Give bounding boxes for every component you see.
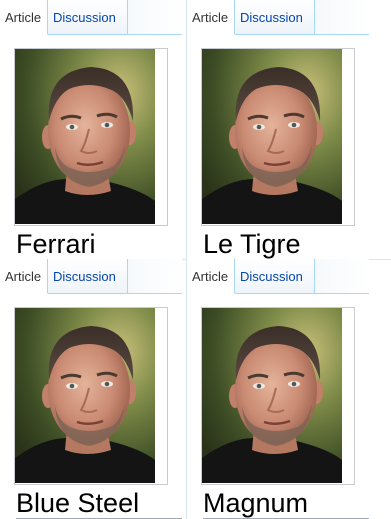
portrait-photo[interactable] xyxy=(202,49,342,224)
tab-bar-filler xyxy=(315,0,369,34)
tab-bar: Article Discussion xyxy=(187,0,369,35)
tab-article[interactable]: Article xyxy=(187,259,235,294)
tab-article[interactable]: Article xyxy=(0,259,48,294)
portrait-photo[interactable] xyxy=(15,308,155,483)
article-panel: Article Discussion Le Tigre xyxy=(187,0,369,260)
caption: Blue Steel xyxy=(16,488,182,519)
tab-bar-filler xyxy=(128,0,182,34)
tab-article[interactable]: Article xyxy=(0,0,48,35)
tab-article[interactable]: Article xyxy=(187,0,235,35)
tab-bar: Article Discussion xyxy=(187,259,369,294)
tab-discussion[interactable]: Discussion xyxy=(48,259,128,293)
caption: Le Tigre xyxy=(203,229,369,260)
portrait-frame xyxy=(14,307,168,485)
article-panel: Article Discussion Ferrari xyxy=(0,0,182,260)
article-panel: Article Discussion Blue Steel xyxy=(0,259,182,519)
tab-bar-filler xyxy=(315,259,369,293)
tab-discussion[interactable]: Discussion xyxy=(235,259,315,293)
portrait-frame xyxy=(201,307,355,485)
tab-bar: Article Discussion xyxy=(0,259,182,294)
article-panel: Article Discussion Magnum xyxy=(187,259,369,519)
portrait-photo[interactable] xyxy=(202,308,342,483)
tab-bar: Article Discussion xyxy=(0,0,182,35)
tab-discussion[interactable]: Discussion xyxy=(48,0,128,34)
portrait-frame xyxy=(14,48,168,226)
portrait-photo[interactable] xyxy=(15,49,155,224)
portrait-frame xyxy=(201,48,355,226)
tab-discussion[interactable]: Discussion xyxy=(235,0,315,34)
caption: Ferrari xyxy=(16,229,182,260)
caption: Magnum xyxy=(203,488,369,519)
tab-bar-filler xyxy=(128,259,182,293)
